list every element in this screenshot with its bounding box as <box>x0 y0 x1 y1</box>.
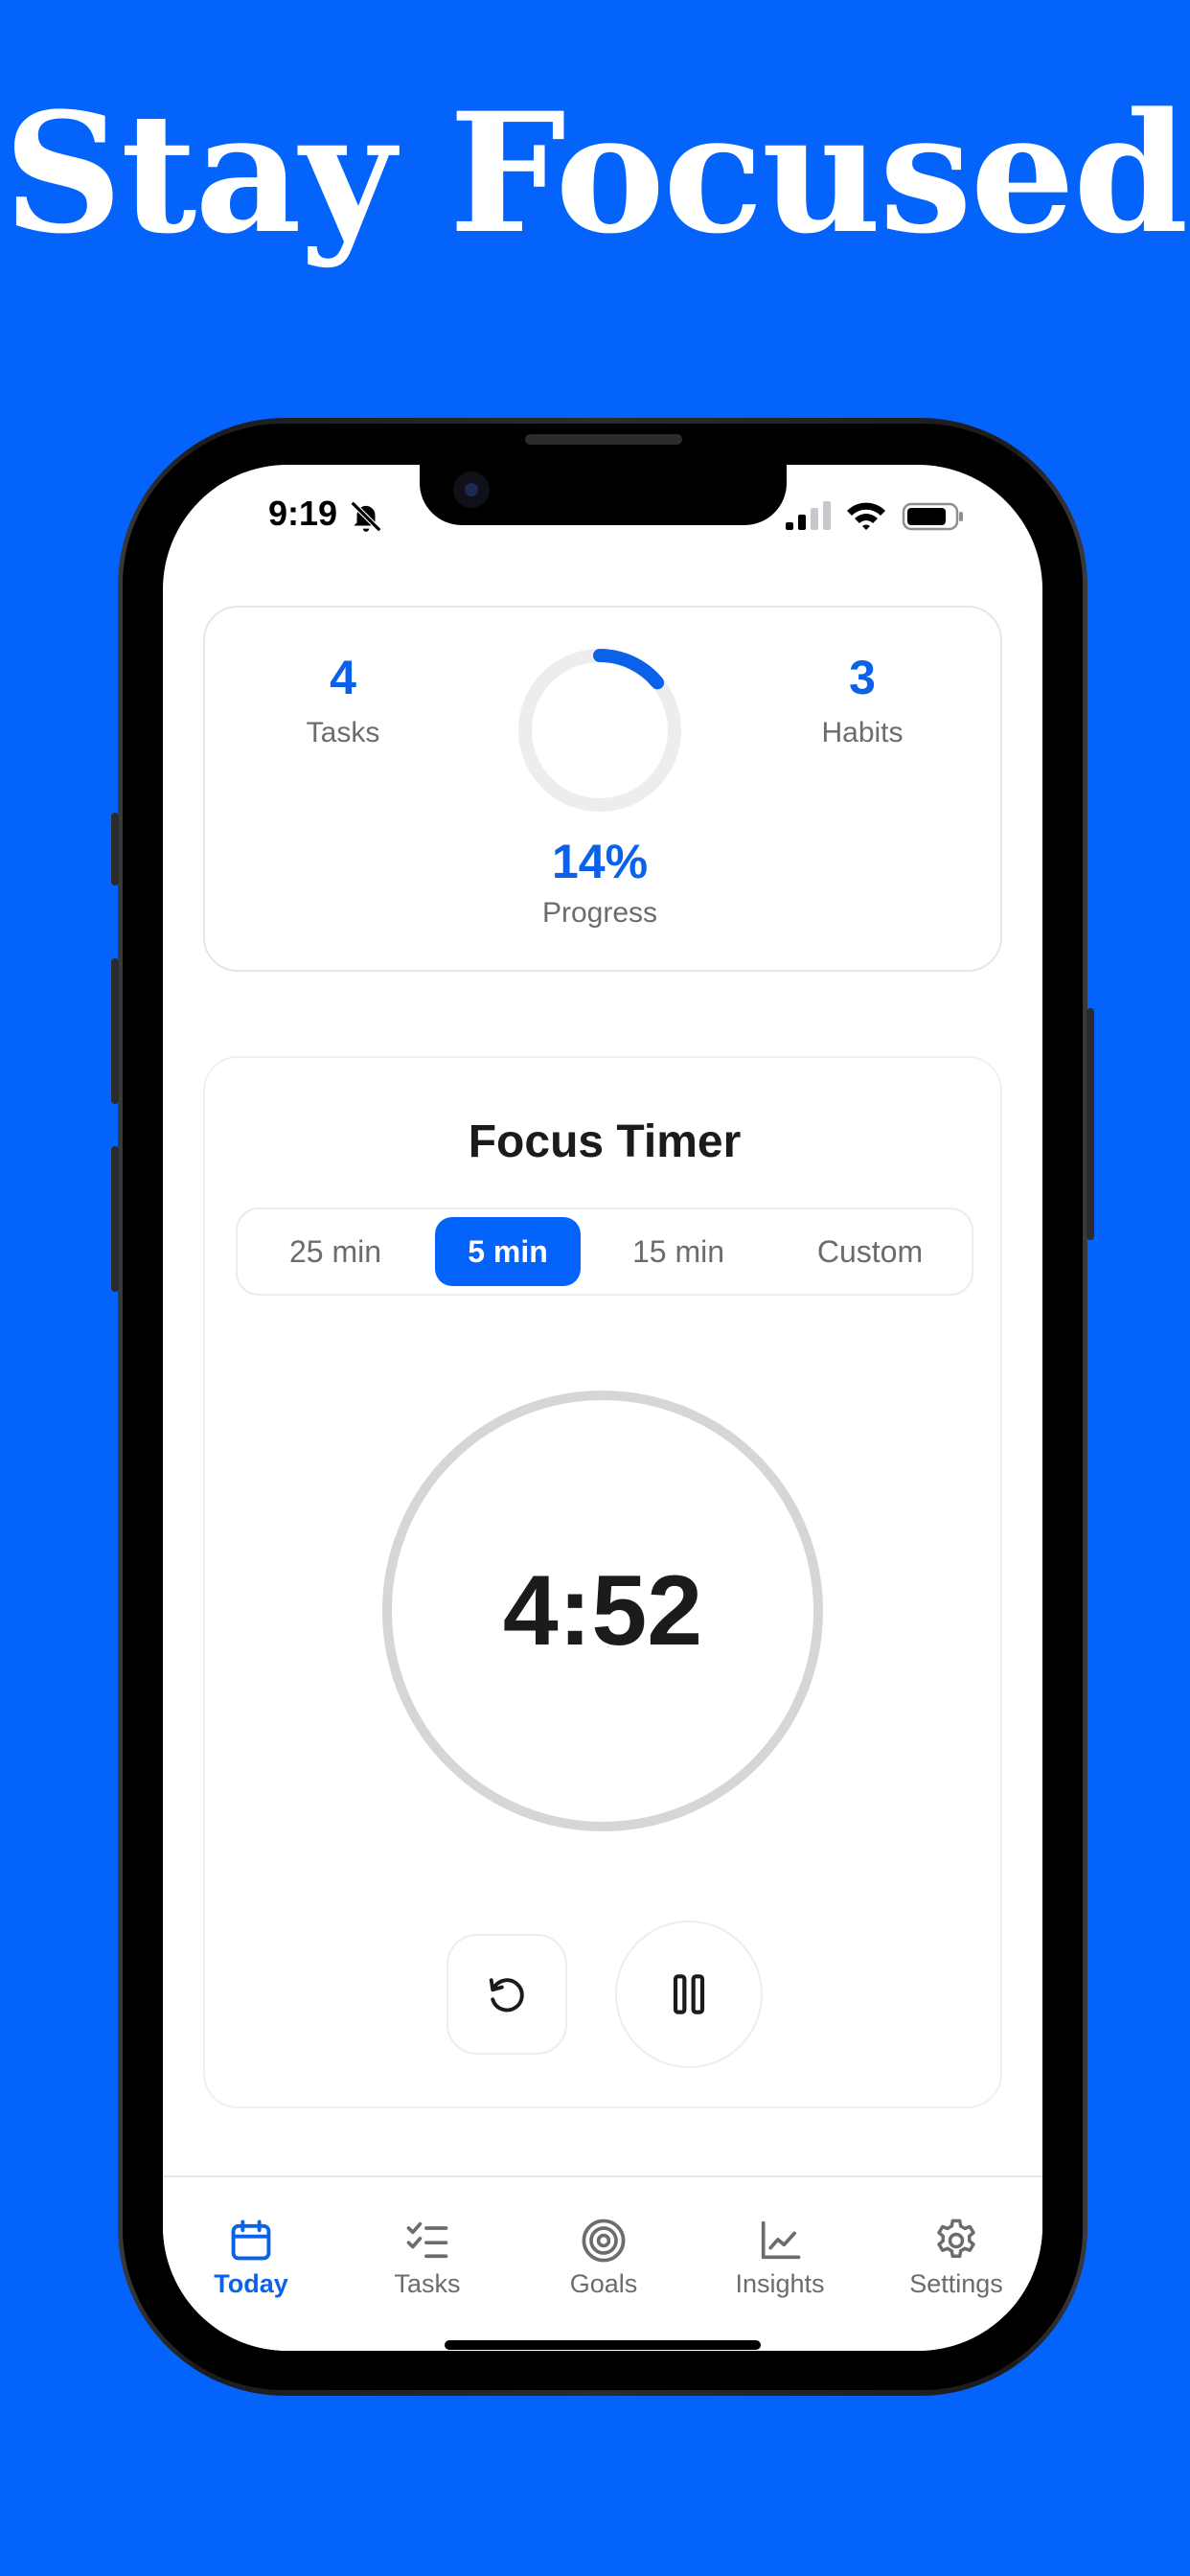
tab-bar: Today Tasks Goals Insights Settings <box>163 2175 1042 2351</box>
app-screen: 9:19 4 Tasks 14% Progress 3 Habits Focus… <box>163 465 1042 2351</box>
habits-count: 3 <box>849 651 876 704</box>
progress-ring <box>518 649 681 812</box>
duration-option-25[interactable]: 25 min <box>251 1217 420 1286</box>
front-camera <box>453 472 490 508</box>
battery-icon <box>902 502 963 531</box>
tasks-label: Tasks <box>306 717 380 748</box>
phone-silent-switch <box>111 813 119 886</box>
reset-button[interactable] <box>446 1934 567 2055</box>
phone-power-button <box>1087 1008 1094 1240</box>
tab-today[interactable]: Today <box>163 2216 339 2299</box>
focus-timer-card: Focus Timer 25 min 5 min 15 min Custom 4… <box>203 1056 1002 2108</box>
stats-card: 4 Tasks 14% Progress 3 Habits <box>203 606 1002 972</box>
tab-insights[interactable]: Insights <box>692 2216 868 2299</box>
phone-volume-down <box>111 1146 119 1292</box>
duration-option-5[interactable]: 5 min <box>435 1217 581 1286</box>
chart-icon <box>761 2220 801 2260</box>
duration-option-15[interactable]: 15 min <box>594 1217 763 1286</box>
tab-settings[interactable]: Settings <box>868 2216 1042 2299</box>
tab-settings-label: Settings <box>909 2269 1003 2298</box>
tab-insights-label: Insights <box>735 2269 825 2298</box>
wifi-icon <box>847 502 885 530</box>
tab-tasks[interactable]: Tasks <box>339 2216 515 2299</box>
tab-tasks-label: Tasks <box>394 2269 461 2298</box>
habits-label: Habits <box>821 717 904 748</box>
cellular-signal-icon <box>786 501 831 530</box>
target-icon <box>582 2219 626 2263</box>
phone-volume-up <box>111 958 119 1104</box>
tab-goals-label: Goals <box>569 2269 638 2298</box>
timer-title: Focus Timer <box>468 1116 742 1167</box>
duration-selector: 25 min 5 min 15 min Custom <box>236 1208 973 1296</box>
pause-icon <box>673 1974 705 2014</box>
checklist-icon <box>406 2221 448 2259</box>
tasks-count: 4 <box>330 651 356 704</box>
gear-icon <box>937 2219 975 2258</box>
status-time: 9:19 <box>268 494 338 533</box>
headline: Stay Focused <box>3 76 1189 270</box>
tab-goals[interactable]: Goals <box>515 2216 692 2299</box>
bell-muted-icon <box>350 500 382 533</box>
reset-icon <box>489 1978 524 2012</box>
tab-today-label: Today <box>214 2269 288 2298</box>
progress-percent: 14% <box>551 835 649 888</box>
pause-button[interactable] <box>615 1920 763 2068</box>
timer-remaining: 4:52 <box>502 1554 703 1667</box>
earpiece-speaker <box>525 434 682 445</box>
calendar-icon <box>231 2220 271 2261</box>
home-indicator[interactable] <box>445 2340 761 2350</box>
duration-option-custom[interactable]: Custom <box>776 1217 964 1286</box>
progress-label: Progress <box>541 897 658 929</box>
